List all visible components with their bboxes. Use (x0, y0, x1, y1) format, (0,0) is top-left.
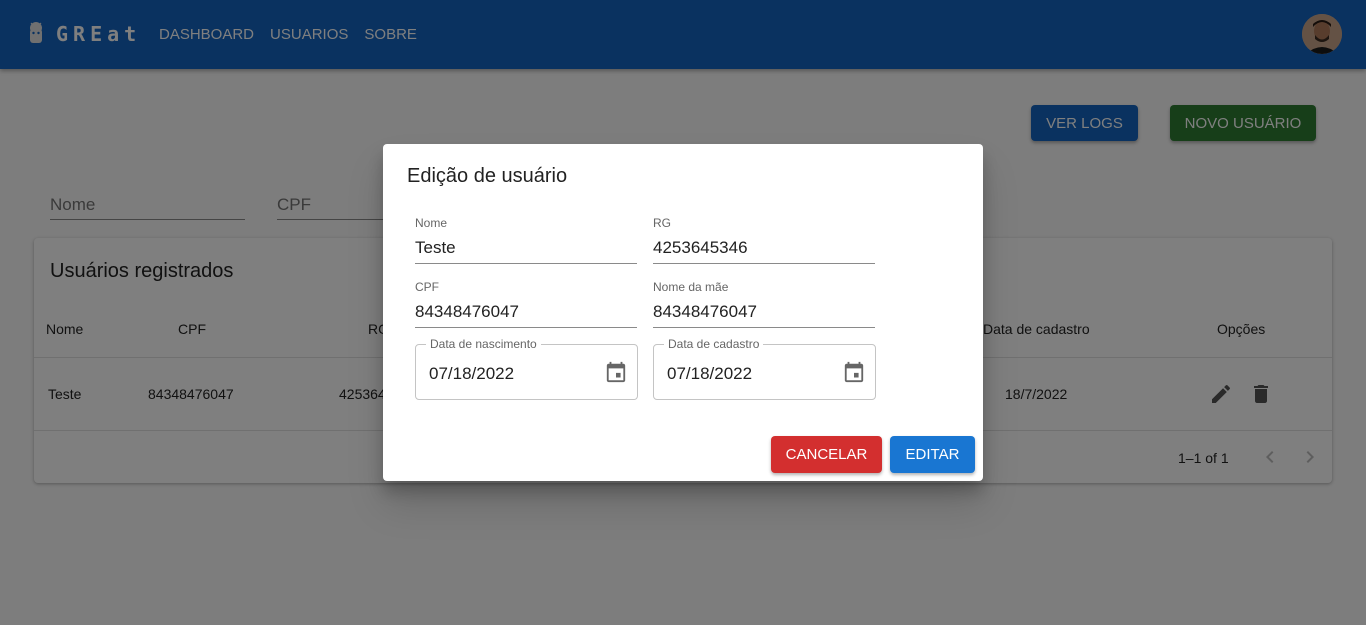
data-cadastro-label: Data de cadastro (664, 337, 764, 351)
cpf-field-label: CPF (415, 280, 439, 294)
nome-field-label: Nome (415, 216, 448, 230)
calendar-icon[interactable] (843, 361, 865, 383)
dialog-title: Edição de usuário (407, 165, 568, 187)
data-nascimento-field[interactable]: Data de nascimento 07/18/2022 (415, 337, 638, 400)
nome-mae-field-label: Nome da mãe (653, 280, 729, 294)
edit-button[interactable]: EDITAR (890, 436, 975, 473)
nome-field-value[interactable]: Teste (415, 238, 456, 258)
edit-user-dialog: Edição de usuário Nome Teste RG 42536453… (383, 144, 983, 481)
data-cadastro-value[interactable]: 07/18/2022 (667, 364, 752, 384)
cpf-field-value[interactable]: 84348476047 (415, 302, 519, 322)
nome-mae-field[interactable]: Nome da mãe 84348476047 (653, 280, 875, 328)
cancel-button[interactable]: CANCELAR (771, 436, 882, 473)
rg-field-value[interactable]: 4253645346 (653, 238, 748, 258)
calendar-icon[interactable] (605, 361, 627, 383)
data-nascimento-value[interactable]: 07/18/2022 (429, 364, 514, 384)
nome-field[interactable]: Nome Teste (415, 216, 637, 264)
rg-field-label: RG (653, 216, 671, 230)
nome-mae-field-value[interactable]: 84348476047 (653, 302, 757, 322)
data-nascimento-label: Data de nascimento (426, 337, 541, 351)
cpf-field[interactable]: CPF 84348476047 (415, 280, 637, 328)
data-cadastro-field[interactable]: Data de cadastro 07/18/2022 (653, 337, 876, 400)
rg-field[interactable]: RG 4253645346 (653, 216, 875, 264)
